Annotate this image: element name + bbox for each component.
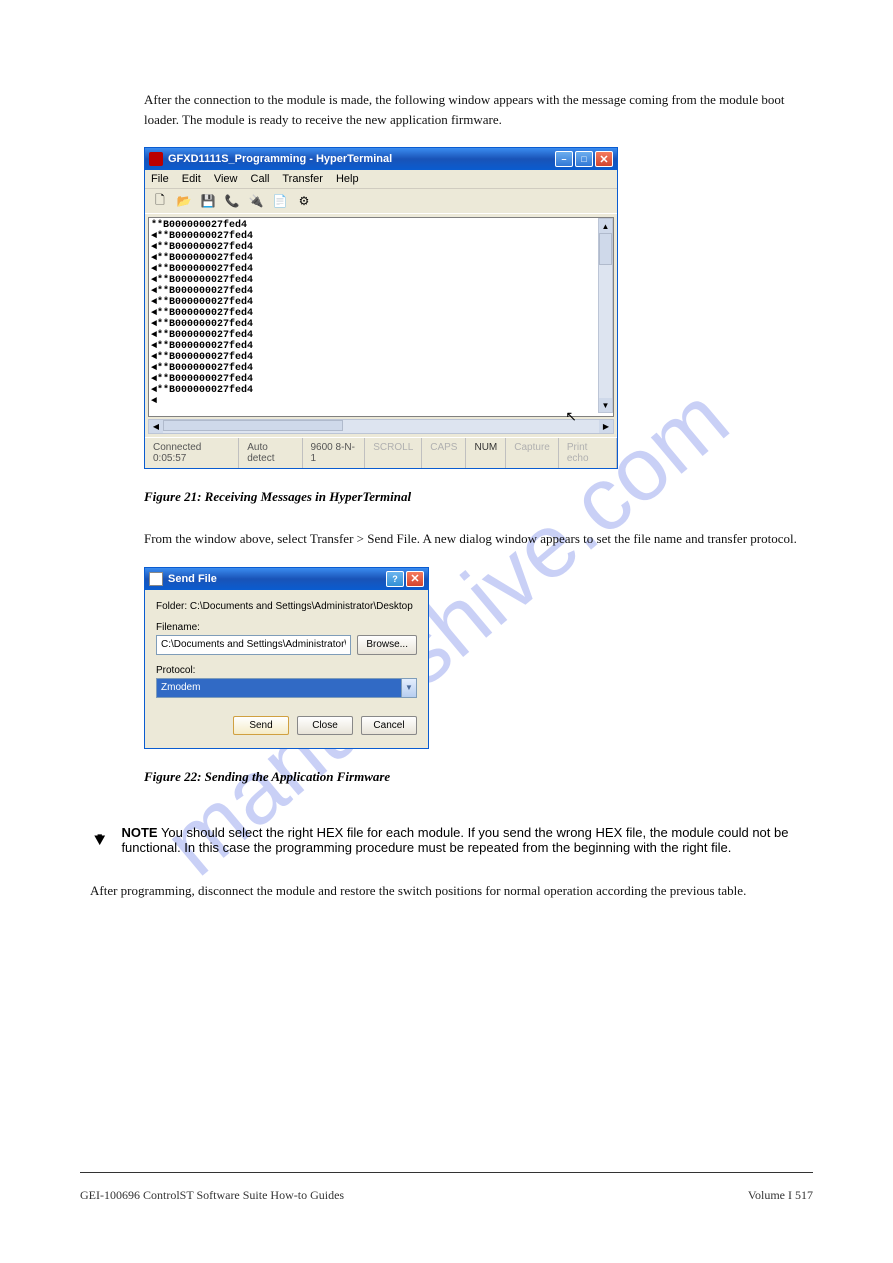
figure-1-caption: Figure 21: Receiving Messages in HyperTe… [144,489,813,505]
scroll-thumb-h[interactable] [163,420,343,431]
send-button[interactable]: Send [233,716,289,735]
outro-paragraph: After programming, disconnect the module… [90,881,813,901]
footer-page: Volume I 517 [748,1188,813,1203]
status-printecho: Print echo [559,438,617,468]
status-scroll: SCROLL [365,438,422,468]
folder-label: Folder: [156,601,187,612]
open-icon[interactable]: 📂 [175,192,193,210]
send-icon[interactable]: 📄 [271,192,289,210]
help-button[interactable]: ? [386,571,404,587]
menu-file[interactable]: File [151,173,169,185]
hyperterminal-window: GFXD1111S_Programming - HyperTerminal – … [144,147,618,469]
filename-label: Filename: [156,622,417,633]
figure-2-caption: Figure 22: Sending the Application Firmw… [144,769,813,785]
scroll-up-icon[interactable]: ▲ [599,219,612,233]
dialog-icon [149,572,163,586]
footer-rule [80,1172,813,1173]
terminal-wrap: **B000000027fed4 ◄**B000000027fed4 ◄**B0… [145,214,617,437]
phone-icon[interactable]: 📞 [223,192,241,210]
note-text: NOTE You should select the right HEX fil… [121,825,813,855]
note-icon [90,825,109,861]
menu-transfer[interactable]: Transfer [282,173,323,185]
cursor-icon: ↖ [565,408,577,425]
status-autodetect: Auto detect [239,438,302,468]
menu-edit[interactable]: Edit [182,173,201,185]
status-caps: CAPS [422,438,466,468]
status-baud: 9600 8-N-1 [303,438,366,468]
menubar: File Edit View Call Transfer Help [145,170,617,189]
note-block: NOTE You should select the right HEX fil… [90,825,813,861]
horizontal-scrollbar[interactable]: ◀ ▶ [148,419,614,434]
scroll-track[interactable] [163,420,599,433]
window-buttons: – □ ✕ [555,151,613,167]
dialog-title: Send File [168,573,386,585]
menu-call[interactable]: Call [251,173,270,185]
toolbar: 🗋 📂 💾 📞 🔌 📄 ⚙ [145,189,617,214]
disconnect-icon[interactable]: 🔌 [247,192,265,210]
filename-input[interactable] [156,635,351,655]
dialog-body: Folder: C:\Documents and Settings\Admini… [145,590,428,748]
status-num: NUM [466,438,506,468]
titlebar: GFXD1111S_Programming - HyperTerminal – … [145,148,617,170]
save-icon[interactable]: 💾 [199,192,217,210]
footer-docnum: GEI-100696 ControlST Software Suite How-… [80,1188,344,1203]
status-capture: Capture [506,438,559,468]
folder-line: Folder: C:\Documents and Settings\Admini… [156,601,417,612]
figure-1: GFXD1111S_Programming - HyperTerminal – … [144,147,813,469]
app-icon [149,152,163,166]
dialog-buttons: Send Close Cancel [156,716,417,735]
properties-icon[interactable]: ⚙ [295,192,313,210]
protocol-label: Protocol: [156,665,417,676]
scroll-left-icon[interactable]: ◀ [149,420,163,433]
statusbar: Connected 0:05:57 Auto detect 9600 8-N-1… [145,437,617,468]
note-body: You should select the right HEX file for… [121,825,788,855]
step-paragraph: From the window above, select Transfer >… [144,529,813,549]
cancel-button[interactable]: Cancel [361,716,417,735]
protocol-combo[interactable]: Zmodem ▼ [156,678,417,698]
dialog-titlebar: Send File ? ✕ [145,568,428,590]
terminal-output: **B000000027fed4 ◄**B000000027fed4 ◄**B0… [148,217,614,417]
minimize-button[interactable]: – [555,151,573,167]
filename-row: Browse... [156,635,417,655]
dialog-close-button[interactable]: ✕ [406,571,424,587]
new-icon[interactable]: 🗋 [151,192,169,210]
page: After the connection to the module is ma… [0,0,893,958]
footer: GEI-100696 ControlST Software Suite How-… [80,1188,813,1203]
dialog-window-buttons: ? ✕ [386,571,424,587]
menu-help[interactable]: Help [336,173,359,185]
send-file-dialog: Send File ? ✕ Folder: C:\Documents and S… [144,567,429,749]
status-connected: Connected 0:05:57 [145,438,239,468]
scroll-right-icon[interactable]: ▶ [599,420,613,433]
maximize-button[interactable]: □ [575,151,593,167]
close-dialog-button[interactable]: Close [297,716,353,735]
browse-button[interactable]: Browse... [357,635,417,655]
vertical-scrollbar[interactable]: ▲ ▼ [598,218,613,413]
window-title: GFXD1111S_Programming - HyperTerminal [168,153,555,165]
close-button[interactable]: ✕ [595,151,613,167]
folder-path: C:\Documents and Settings\Administrator\… [190,601,413,612]
scroll-down-icon[interactable]: ▼ [599,398,612,412]
menu-view[interactable]: View [214,173,238,185]
note-label: NOTE [121,825,157,840]
scroll-thumb[interactable] [599,233,612,265]
intro-paragraph: After the connection to the module is ma… [144,90,813,129]
protocol-selected: Zmodem [157,679,401,697]
figure-2: Send File ? ✕ Folder: C:\Documents and S… [144,567,813,749]
chevron-down-icon[interactable]: ▼ [401,679,416,697]
